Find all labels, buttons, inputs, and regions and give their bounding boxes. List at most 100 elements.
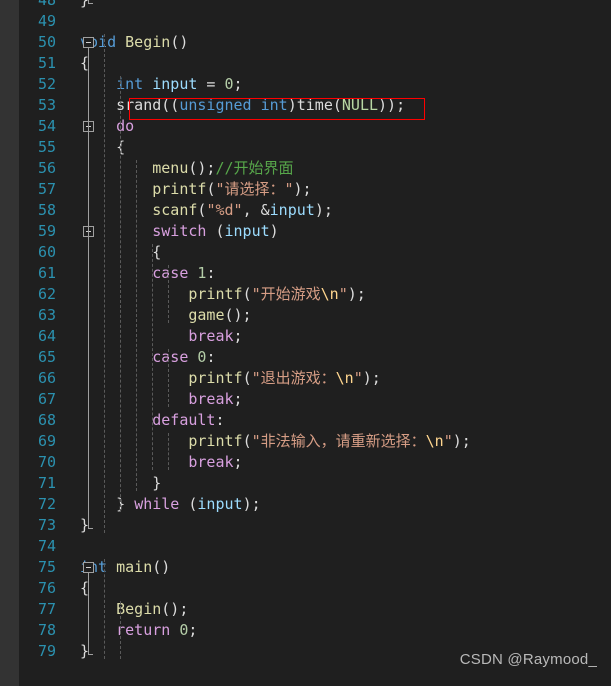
token-pun: ( [242, 369, 252, 387]
line-code: case 1: [80, 263, 215, 284]
token-fn: printf [188, 369, 243, 387]
code-line[interactable]: 58 scanf("%d", &input); [19, 200, 611, 221]
token-ctl: break [188, 390, 234, 408]
token-pun: ( [206, 222, 225, 240]
fold-region-end-bracket [88, 523, 93, 529]
token-pun: , & [242, 201, 270, 219]
line-number: 56 [37, 159, 56, 177]
code-line[interactable]: 59 switch (input) [19, 221, 611, 242]
token-pun: ); [314, 201, 333, 219]
code-line[interactable]: 52 int input = 0; [19, 74, 611, 95]
token-pun: ; [233, 390, 243, 408]
code-line[interactable]: 73} [19, 515, 611, 536]
code-line[interactable]: 74 [19, 536, 611, 557]
token-pun: ); [347, 285, 366, 303]
code-line[interactable]: 53 srand((unsigned int)time(NULL)); [19, 95, 611, 116]
token-pun [116, 33, 125, 51]
line-number: 75 [37, 558, 56, 576]
token-str: "%d" [206, 201, 243, 219]
code-line[interactable]: 71 } [19, 473, 611, 494]
line-number: 78 [37, 621, 56, 639]
code-line[interactable]: 72 } while (input); [19, 494, 611, 515]
code-editor-screenshot: 48} 49 50 void Begin() 51{52 int input = 0; 5… [0, 0, 611, 686]
token-str: "请选择：" [215, 180, 294, 198]
line-number: 55 [37, 138, 56, 156]
fold-region-end-bracket [88, 649, 93, 655]
indent-guide [104, 34, 105, 533]
code-editing-surface[interactable]: 48} 49 50 void Begin() 51{52 int input = 0; 5… [19, 0, 611, 686]
code-line[interactable]: 66 printf("退出游戏：\n"); [19, 368, 611, 389]
code-line[interactable]: 65 case 0: [19, 347, 611, 368]
token-cmt: //开始界面 [215, 159, 294, 177]
code-line[interactable]: 68 default: [19, 410, 611, 431]
token-pun: : [206, 264, 216, 282]
code-line[interactable]: 56 menu();//开始界面 [19, 158, 611, 179]
csdn-watermark: CSDN @Raymood_ [459, 651, 597, 668]
token-fn: printf [188, 432, 243, 450]
line-number: 60 [37, 243, 56, 261]
token-pun: (); [161, 600, 189, 618]
code-line[interactable]: 75int main() [19, 557, 611, 578]
code-line[interactable]: 55 { [19, 137, 611, 158]
token-pun: () [170, 33, 189, 51]
line-code: return 0; [80, 620, 197, 641]
token-pun [80, 306, 188, 324]
line-number: 50 [37, 33, 56, 51]
code-line[interactable]: 76{ [19, 578, 611, 599]
line-number: 53 [37, 96, 56, 114]
code-line[interactable]: 60 { [19, 242, 611, 263]
code-line[interactable]: 70 break; [19, 452, 611, 473]
fold-region-line [88, 573, 89, 649]
line-number: 68 [37, 411, 56, 429]
line-code: printf("非法输入，请重新选择：\n"); [80, 431, 471, 452]
code-line[interactable]: 49 [19, 11, 611, 32]
token-esc: \n [425, 432, 444, 450]
token-pun [80, 411, 152, 429]
token-pun: ( [242, 285, 252, 303]
line-code: menu();//开始界面 [80, 158, 294, 179]
line-code: srand((unsigned int)time(NULL)); [80, 95, 405, 116]
editor-breakpoint-margin[interactable] [0, 0, 19, 686]
line-code: scanf("%d", &input); [80, 200, 333, 221]
token-pun: ); [452, 432, 471, 450]
code-line[interactable]: 61 case 1: [19, 263, 611, 284]
line-number: 67 [37, 390, 56, 408]
fold-region-end-bracket [88, 0, 93, 4]
code-line[interactable]: 54 do [19, 116, 611, 137]
line-code: switch (input) [80, 221, 278, 242]
line-code: Begin(); [80, 599, 188, 620]
line-number: 74 [37, 537, 56, 555]
indent-guide [120, 601, 121, 659]
line-number: 62 [37, 285, 56, 303]
token-pun: { [80, 138, 126, 156]
code-line[interactable]: 50 void Begin() [19, 32, 611, 53]
fold-toggle-icon[interactable] [83, 37, 94, 48]
token-pun [80, 264, 152, 282]
code-line[interactable]: 51{ [19, 53, 611, 74]
code-line[interactable]: 57 printf("请选择："); [19, 179, 611, 200]
token-fn: game [188, 306, 225, 324]
token-pun [170, 621, 179, 639]
token-pun: () [152, 558, 171, 576]
line-number: 79 [37, 642, 56, 660]
code-line[interactable]: 63 game(); [19, 305, 611, 326]
code-line[interactable]: 77 Begin(); [19, 599, 611, 620]
line-code: void Begin() [80, 32, 188, 53]
line-number: 48 [37, 0, 56, 9]
token-ctl: return [116, 621, 171, 639]
code-line[interactable]: 78 return 0; [19, 620, 611, 641]
fold-toggle-icon[interactable] [83, 562, 94, 573]
line-number: 57 [37, 180, 56, 198]
token-pun: )time( [287, 96, 342, 114]
token-pun: )); [378, 96, 406, 114]
token-str: "非法输入，请重新选择： [251, 432, 426, 450]
token-ctl: do [116, 117, 135, 135]
code-line[interactable]: 62 printf("开始游戏\n"); [19, 284, 611, 305]
code-line[interactable]: 67 break; [19, 389, 611, 410]
token-pun: (); [188, 159, 216, 177]
token-pun: ); [362, 369, 381, 387]
code-line[interactable]: 64 break; [19, 326, 611, 347]
token-pun: ); [242, 495, 261, 513]
code-line[interactable]: 69 printf("非法输入，请重新选择：\n"); [19, 431, 611, 452]
code-line[interactable]: 48} [19, 0, 611, 11]
